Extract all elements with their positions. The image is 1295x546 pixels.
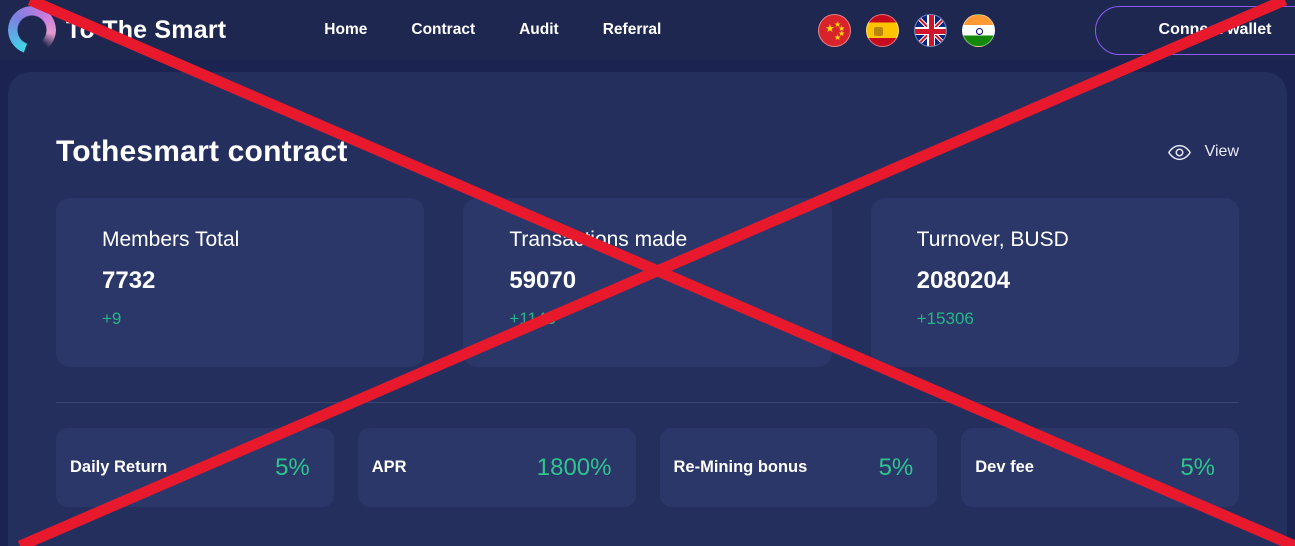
param-label: Re-Mining bonus	[673, 458, 808, 476]
stat-label: Turnover, BUSD	[916, 228, 1069, 251]
param-card-apr: APR 1800%	[357, 428, 636, 507]
page-title: Tothesmart contract	[56, 135, 348, 168]
stat-card-members-total: Members Total 7732 +9	[56, 198, 425, 367]
param-value: 5%	[878, 453, 914, 481]
eye-icon	[1167, 144, 1191, 160]
nav-item-referral[interactable]: Referral	[603, 21, 662, 39]
site-header: To The Smart Home Contract Audit Referra…	[0, 0, 1295, 60]
param-card-dev-fee: Dev fee 5%	[961, 428, 1239, 507]
header-right-group: ★ ★ ★ ★ ★ Connect wallet	[818, 5, 1295, 55]
page-root: To The Smart Home Contract Audit Referra…	[0, 0, 1295, 546]
param-value: 5%	[1180, 453, 1215, 481]
param-label: APR	[371, 458, 407, 476]
stat-card-transactions-made: Transactions made 59070 +1143	[463, 198, 832, 367]
brand-logo[interactable]: To The Smart	[8, 6, 226, 54]
stats-row: Members Total 7732 +9 Transactions made …	[56, 198, 1239, 367]
brand-name: To The Smart	[66, 15, 227, 44]
stat-value: 7732	[102, 267, 156, 294]
flag-spain-icon[interactable]	[866, 13, 899, 47]
flag-china-icon[interactable]: ★ ★ ★ ★ ★	[818, 13, 851, 47]
param-card-daily-return: Daily Return 5%	[56, 428, 334, 507]
stat-label: Transactions made	[509, 228, 688, 251]
param-label: Dev fee	[975, 458, 1034, 476]
stat-value: 59070	[509, 267, 577, 294]
param-value: 5%	[275, 453, 310, 481]
nav-item-contract[interactable]: Contract	[411, 21, 475, 39]
main-nav: Home Contract Audit Referral	[324, 21, 661, 39]
section-divider	[56, 402, 1239, 403]
param-label: Daily Return	[70, 458, 168, 476]
stat-label: Members Total	[102, 228, 240, 251]
stat-delta: +9	[102, 309, 122, 328]
stat-delta: +15306	[916, 309, 974, 328]
params-row: Daily Return 5% APR 1800% Re-Mining bonu…	[56, 428, 1239, 507]
nav-item-audit[interactable]: Audit	[519, 21, 559, 39]
language-flags: ★ ★ ★ ★ ★	[818, 13, 995, 47]
flag-uk-icon[interactable]	[914, 13, 947, 47]
param-value: 1800%	[536, 453, 612, 481]
stat-value: 2080204	[916, 267, 1011, 294]
ring-logo-icon	[8, 6, 56, 54]
param-card-re-mining-bonus: Re-Mining bonus 5%	[659, 428, 938, 507]
view-contract-link[interactable]: View	[1167, 140, 1239, 165]
flag-india-icon[interactable]	[962, 13, 995, 47]
view-label: View	[1204, 143, 1239, 160]
connect-wallet-button[interactable]: Connect wallet	[1095, 5, 1295, 55]
contract-panel: Tothesmart contract View Members Total 7…	[8, 72, 1287, 546]
nav-item-home[interactable]: Home	[324, 21, 367, 39]
panel-header: Tothesmart contract View	[56, 72, 1239, 169]
stat-card-turnover-busd: Turnover, BUSD 2080204 +15306	[870, 198, 1239, 367]
stat-delta: +1143	[509, 309, 556, 328]
